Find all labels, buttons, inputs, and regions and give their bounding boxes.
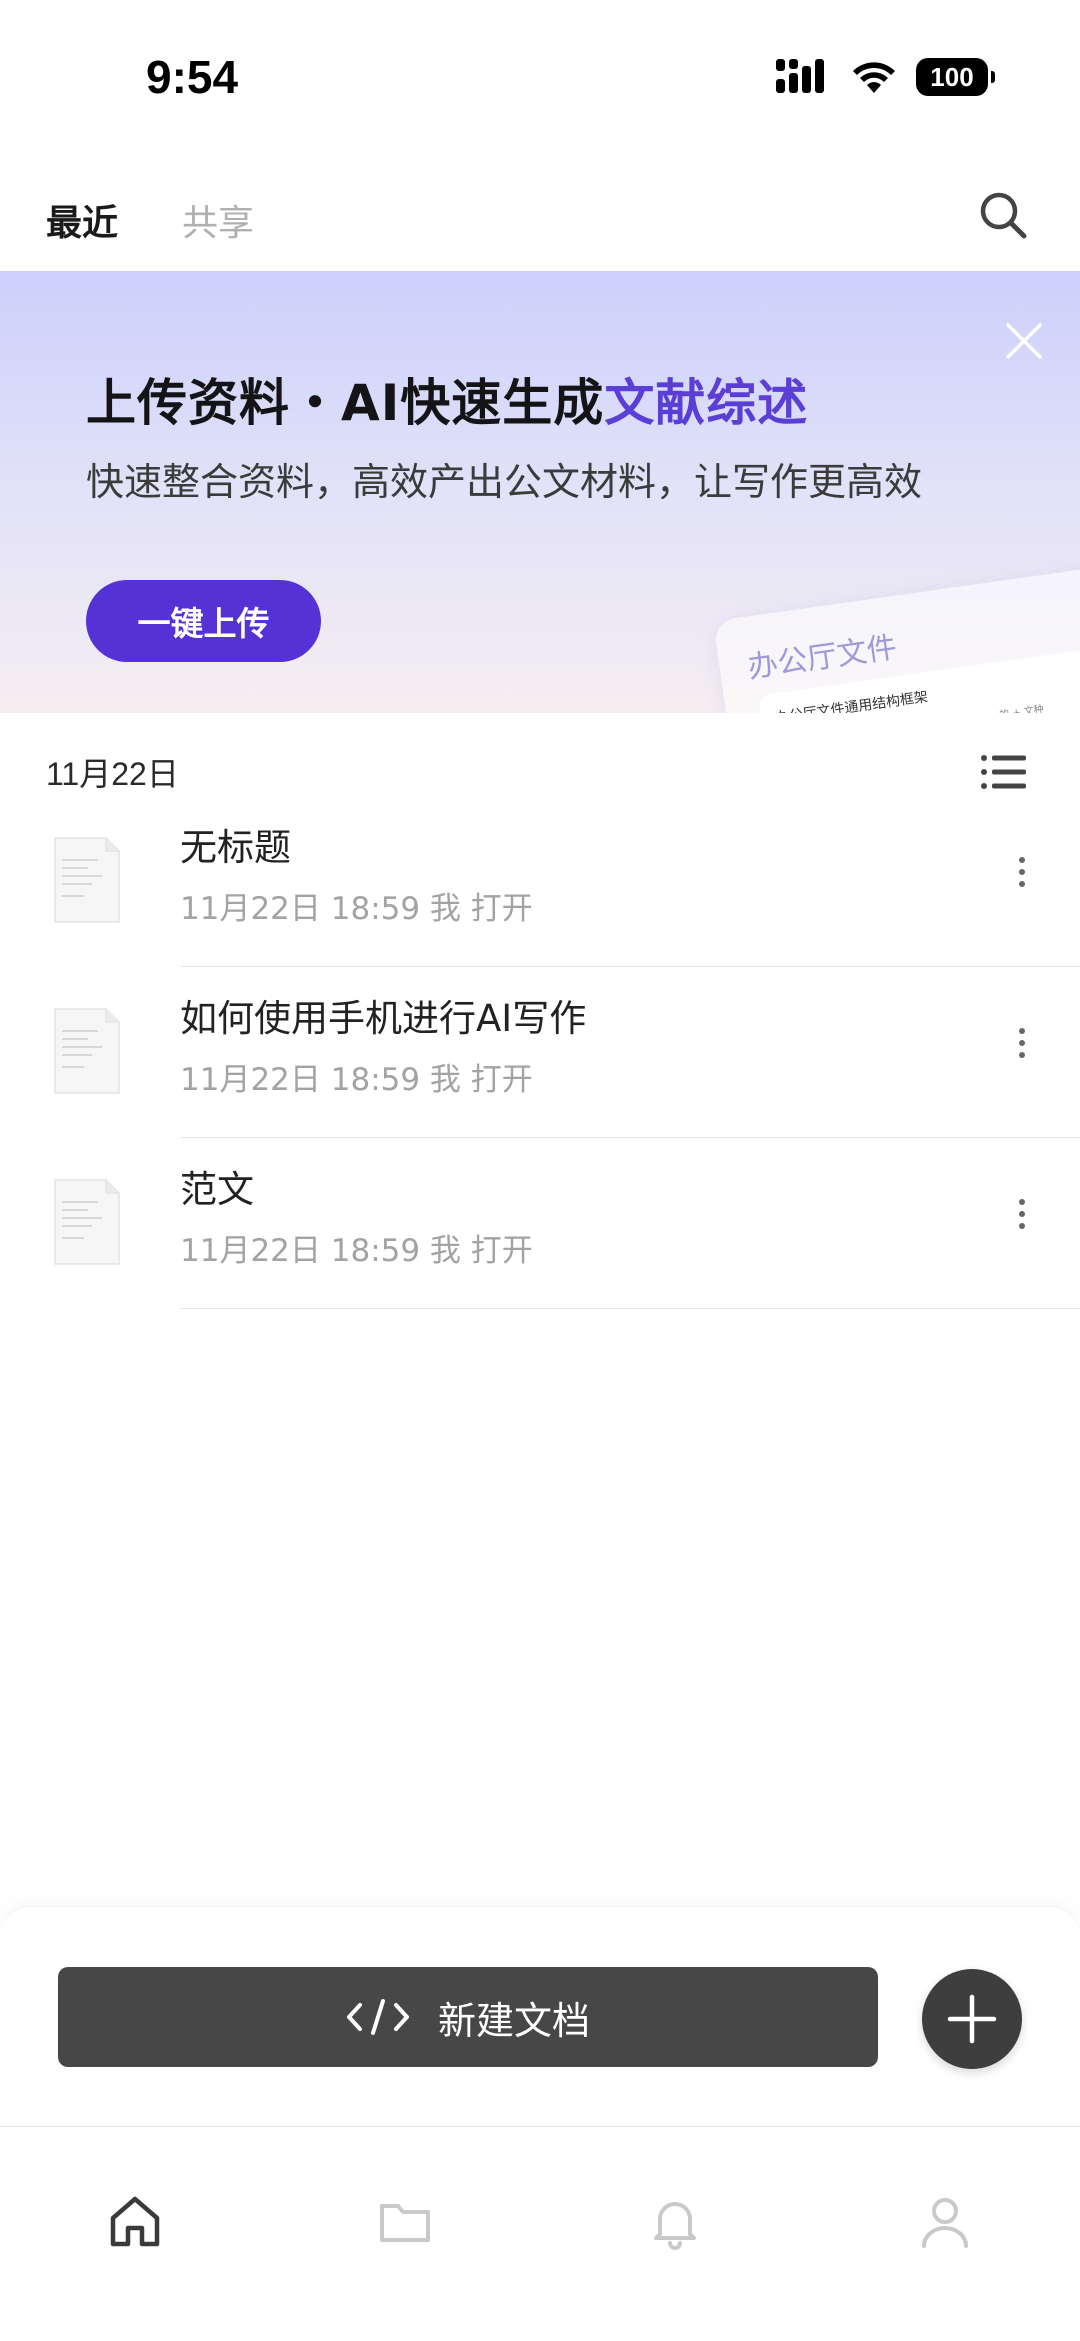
new-document-label: 新建文档 (437, 1998, 590, 2043)
file-meta: 11月22日 18:59 我 打开 (180, 1233, 533, 1269)
signal-icon (776, 59, 824, 93)
nav-files[interactable] (370, 2187, 440, 2257)
folder-icon (380, 2204, 430, 2242)
banner-doc-preview: 办公厅文件 办公厅文件通用结构框架 标题 + 事由 + 的 + 文种 (713, 562, 1080, 713)
more-options-icon[interactable] (1004, 1189, 1040, 1239)
file-name: 如何使用手机进行AI写作 (180, 997, 587, 1040)
code-icon (346, 1999, 409, 2035)
promo-banner[interactable]: 上传资料・AI快速生成文献综述 快速整合资料，高效产出公文材料，让写作更高效 一… (0, 271, 1080, 713)
file-meta: 11月22日 18:59 我 打开 (180, 891, 533, 927)
battery-icon: 100 (916, 58, 995, 96)
banner-title-highlight: 文献综述 (604, 374, 809, 432)
nav-home[interactable] (100, 2187, 170, 2257)
more-options-icon[interactable] (1004, 847, 1040, 897)
divider (180, 1137, 1080, 1138)
doc-preview-title: 办公厅文件 (745, 630, 899, 686)
add-button[interactable] (922, 1969, 1022, 2069)
tab-shared[interactable]: 共享 (182, 194, 254, 246)
file-name: 无标题 (180, 826, 291, 869)
close-icon[interactable] (1004, 321, 1044, 361)
tab-recent[interactable]: 最近 (46, 194, 118, 246)
list-view-icon[interactable] (980, 752, 1028, 792)
profile-icon (922, 2198, 968, 2248)
plus-icon (947, 1994, 997, 2044)
file-row[interactable]: 范文 11月22日 18:59 我 打开 (0, 1139, 1080, 1309)
file-meta: 11月22日 18:59 我 打开 (180, 1062, 533, 1098)
divider (180, 966, 1080, 967)
bell-icon (654, 2202, 696, 2250)
document-thumbnail-icon (54, 1008, 120, 1094)
wifi-icon (853, 62, 895, 93)
search-icon[interactable] (974, 186, 1034, 246)
upload-button[interactable]: 一键上传 (86, 580, 321, 662)
status-bar: 9:54 100 (0, 0, 1080, 160)
file-row[interactable]: 无标题 11月22日 18:59 我 打开 (0, 797, 1080, 967)
bottom-nav (0, 2126, 1080, 2341)
nav-profile[interactable] (910, 2187, 980, 2257)
status-time: 9:54 (146, 51, 239, 103)
new-document-button[interactable]: 新建文档 (58, 1967, 878, 2067)
nav-notifications[interactable] (640, 2187, 710, 2257)
file-name: 范文 (180, 1168, 254, 1211)
home-icon (110, 2196, 160, 2247)
doc-preview-item-detail: + 事由 + 的 + 文种 (952, 700, 1045, 713)
banner-title: 上传资料・AI快速生成文献综述 (86, 363, 808, 435)
file-row[interactable]: 如何使用手机进行AI写作 11月22日 18:59 我 打开 (0, 968, 1080, 1138)
more-options-icon[interactable] (1004, 1018, 1040, 1068)
document-thumbnail-icon (54, 837, 120, 923)
banner-subtitle: 快速整合资料，高效产出公文材料，让写作更高效 (86, 460, 923, 504)
status-icons: 100 (776, 58, 995, 96)
section-date: 11月22日 (46, 756, 179, 792)
top-tabs: 最近 共享 (0, 180, 1080, 270)
banner-title-main: 上传资料・AI快速生成 (86, 374, 605, 432)
doc-preview-heading: 办公厅文件通用结构框架 (774, 689, 929, 713)
battery-level: 100 (930, 61, 974, 92)
divider (180, 1308, 1080, 1309)
action-bar: 新建文档 (0, 1906, 1080, 2126)
document-thumbnail-icon (54, 1179, 120, 1265)
